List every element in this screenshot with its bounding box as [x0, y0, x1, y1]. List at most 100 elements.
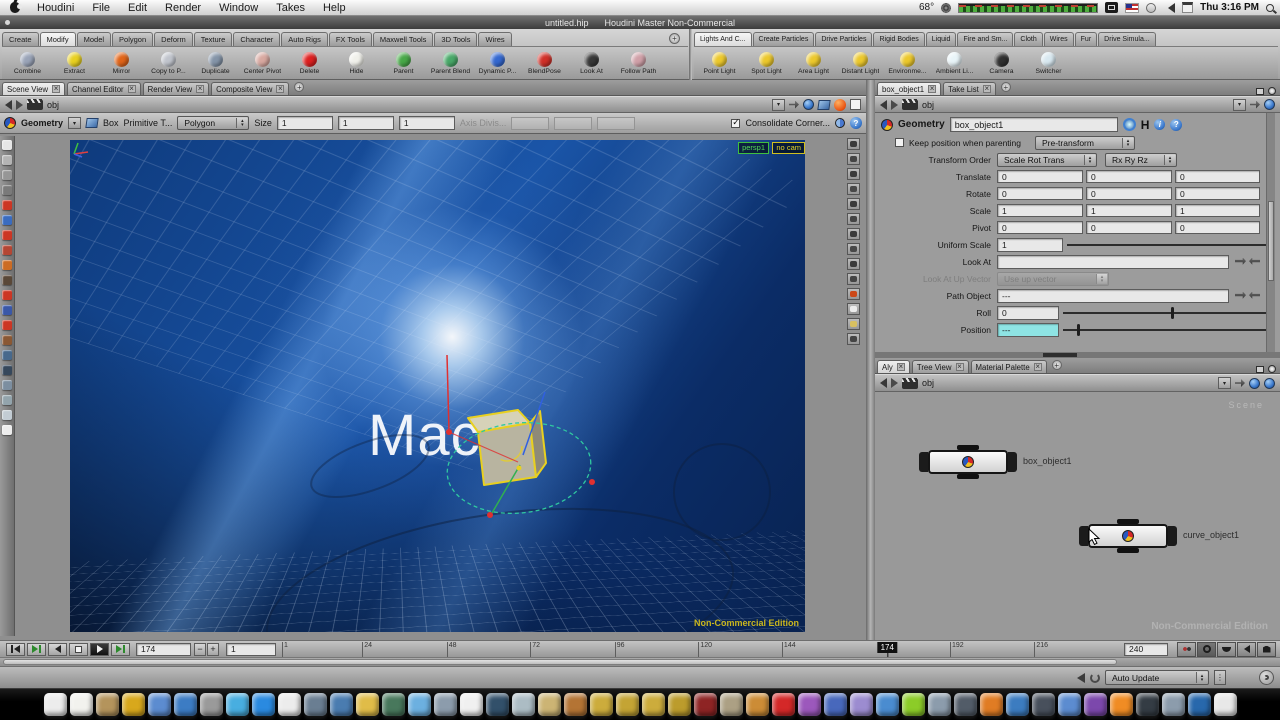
shelf-tool[interactable]: Area Light — [790, 48, 837, 78]
shelf-tool[interactable]: Parent Blend — [427, 48, 474, 78]
shelf-tool[interactable]: Mirror — [98, 48, 145, 78]
look-at-field[interactable] — [997, 255, 1229, 269]
camera-name-badge[interactable]: persp1 — [738, 142, 769, 154]
size-x-field[interactable]: 1 — [277, 116, 333, 130]
tool-icon[interactable] — [2, 395, 12, 405]
shelf-tab[interactable]: Deform — [154, 32, 193, 46]
dock-icon[interactable] — [96, 693, 119, 716]
menu-item[interactable]: Help — [314, 2, 355, 14]
update-mode-select[interactable]: Auto Update — [1105, 670, 1209, 685]
dock-icon[interactable] — [694, 693, 717, 716]
shelf-tool[interactable]: Delete — [286, 48, 333, 78]
link-icon[interactable] — [1250, 101, 1260, 109]
frame-increment-button[interactable]: + — [207, 643, 219, 656]
new-pane-tab-icon[interactable] — [1052, 360, 1062, 370]
path-text[interactable]: obj — [47, 100, 59, 110]
dock-icon[interactable] — [642, 693, 665, 716]
scrollbar-thumb[interactable] — [3, 659, 1117, 665]
shelf-tool[interactable]: Ambient Li... — [931, 48, 978, 78]
tool-icon[interactable] — [2, 290, 12, 300]
prev-keyframe-button[interactable] — [27, 643, 46, 656]
shelf-tab[interactable]: Drive Simula... — [1098, 32, 1156, 46]
dock-icon[interactable] — [876, 693, 899, 716]
view-control-icon[interactable] — [847, 318, 860, 330]
path-dropdown-icon[interactable] — [772, 99, 785, 111]
dock-icon[interactable] — [70, 693, 93, 716]
view-control-icon[interactable] — [847, 303, 860, 315]
houdini-h-icon[interactable] — [1141, 118, 1150, 132]
shelf-tab[interactable]: 3D Tools — [434, 32, 477, 46]
help-icon[interactable] — [850, 117, 862, 129]
timeline-scrollbar[interactable] — [0, 657, 1280, 666]
close-tab-icon[interactable] — [52, 85, 60, 93]
shelf-tab[interactable]: Rigid Bodies — [873, 32, 924, 46]
tool-icon[interactable] — [2, 245, 12, 255]
shelf-tool[interactable]: Follow Path — [615, 48, 662, 78]
shelf-tab[interactable]: FX Tools — [329, 32, 372, 46]
viewport-3d-scene[interactable]: Mac persp1 no cam Non-Com — [70, 140, 805, 632]
vector-x-field[interactable]: 0 — [997, 221, 1083, 234]
dock-icon[interactable] — [1110, 693, 1133, 716]
dock-icon[interactable] — [538, 693, 561, 716]
range-start-field[interactable]: 1 — [226, 643, 276, 656]
pane-maximize-icon[interactable] — [1256, 366, 1264, 373]
context-label[interactable]: Geometry — [21, 118, 63, 128]
pane-tab[interactable]: Channel Editor — [67, 82, 141, 95]
view-control-icon[interactable] — [847, 273, 860, 285]
position-field[interactable]: --- — [997, 323, 1059, 337]
close-tab-icon[interactable] — [897, 363, 905, 371]
camera-status-badge[interactable]: no cam — [772, 142, 805, 154]
path-text[interactable]: obj — [922, 378, 934, 388]
shelf-tool[interactable]: Center Pivot — [239, 48, 286, 78]
shelf-tab[interactable]: Fur — [1075, 32, 1098, 46]
close-tab-icon[interactable] — [928, 85, 936, 93]
sync-icon[interactable] — [1249, 378, 1260, 389]
color-swatch-icon[interactable] — [850, 99, 861, 110]
shelf-tool[interactable]: Copy to P... — [145, 48, 192, 78]
input-language-flag-icon[interactable] — [1125, 3, 1139, 13]
node-chooser-icon[interactable] — [1235, 258, 1246, 266]
view-control-icon[interactable] — [847, 243, 860, 255]
tool-icon[interactable] — [2, 335, 12, 345]
sync-icon[interactable] — [1264, 99, 1275, 110]
dock-icon[interactable] — [252, 693, 275, 716]
shelf-tab[interactable]: Wires — [478, 32, 511, 46]
node-right-flag[interactable] — [1008, 452, 1017, 472]
dock-icon[interactable] — [590, 693, 613, 716]
view-control-icon[interactable] — [847, 138, 860, 150]
vector-x-field[interactable]: 0 — [997, 170, 1083, 183]
node-name-field[interactable]: box_object1 — [950, 117, 1118, 132]
dock-icon[interactable] — [1032, 693, 1055, 716]
path-back-icon[interactable] — [880, 378, 887, 388]
shelf-tab[interactable]: Lights And C... — [694, 32, 752, 46]
path-text[interactable]: obj — [922, 100, 934, 110]
rotate-order-select[interactable]: Rx Ry Rz — [1105, 153, 1177, 167]
shelf-tab[interactable]: Polygon — [112, 32, 153, 46]
node-left-flag[interactable] — [919, 452, 928, 472]
dock-icon[interactable] — [148, 693, 171, 716]
shelf-tab[interactable]: Cloth — [1014, 32, 1042, 46]
dock-icon[interactable] — [980, 693, 1003, 716]
vector-y-field[interactable]: 0 — [1086, 187, 1172, 200]
menu-item[interactable]: File — [83, 2, 119, 14]
tool-icon[interactable] — [2, 275, 12, 285]
path-back-icon[interactable] — [5, 100, 12, 110]
dock-icon[interactable] — [1084, 693, 1107, 716]
dock-icon[interactable] — [278, 693, 301, 716]
view-control-icon[interactable] — [847, 198, 860, 210]
consolidate-checkbox[interactable] — [731, 119, 740, 128]
shelf-tool[interactable]: Combine — [4, 48, 51, 78]
shelf-tab[interactable]: Texture — [194, 32, 233, 46]
dock-icon[interactable] — [772, 693, 795, 716]
menu-clock[interactable]: Thu 3:16 PM — [1200, 2, 1259, 13]
position-slider[interactable] — [1063, 329, 1270, 331]
scrollbar-thumb[interactable] — [1268, 201, 1274, 281]
dock-icon[interactable] — [1162, 693, 1185, 716]
current-frame-marker[interactable]: 174 — [878, 642, 897, 653]
updown-icon[interactable] — [1122, 138, 1133, 148]
network-search-icon[interactable] — [1264, 378, 1275, 389]
dock-icon[interactable] — [486, 693, 509, 716]
cook-arrow-icon[interactable] — [1077, 673, 1085, 683]
shelf-tool[interactable]: BlendPose — [521, 48, 568, 78]
pane-maximize-icon[interactable] — [1256, 88, 1264, 95]
